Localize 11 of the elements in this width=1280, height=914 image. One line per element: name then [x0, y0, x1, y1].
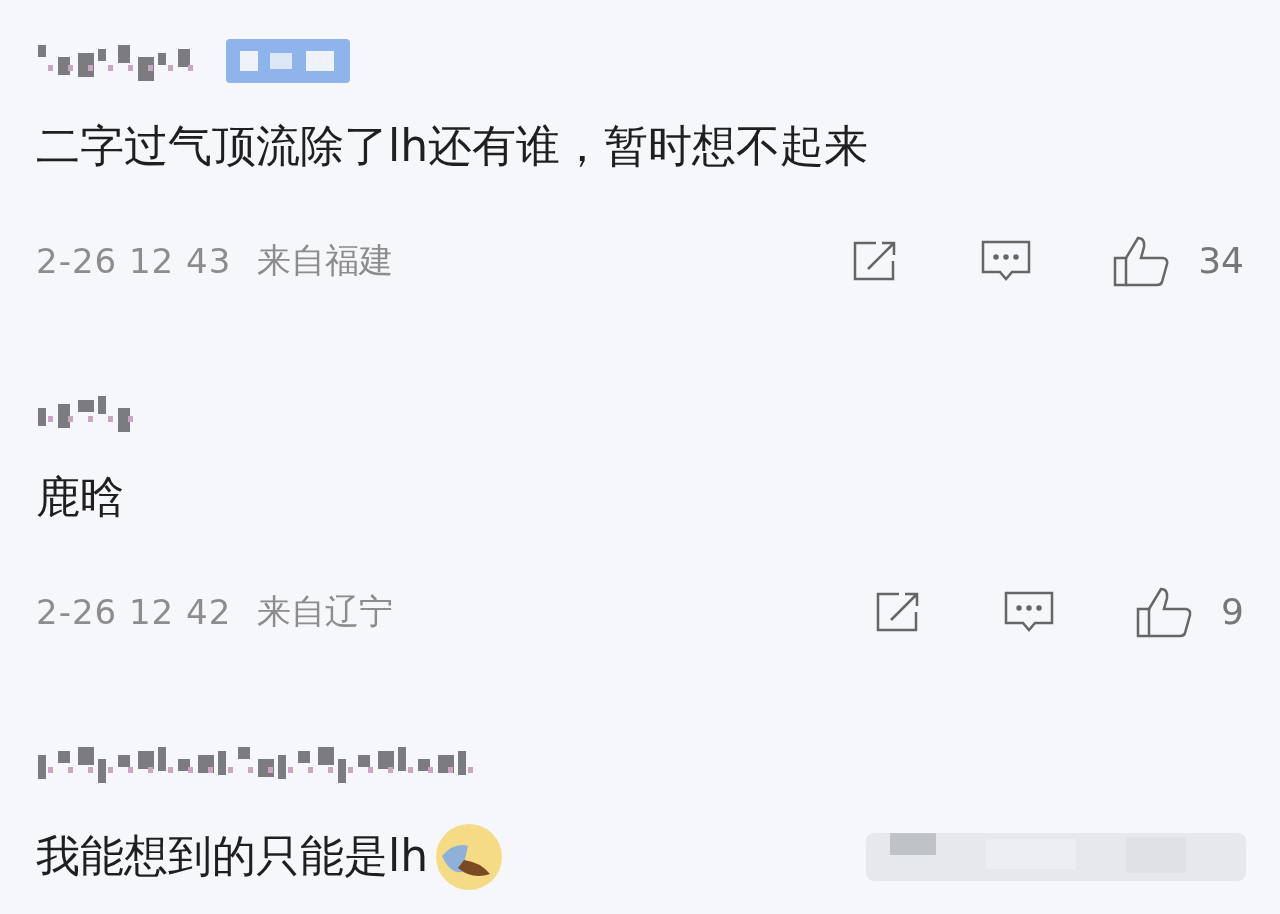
- comment-text: 二字过气顶流除了lh还有谁，暂时想不起来: [36, 120, 869, 173]
- comment-text: 鹿晗: [36, 470, 124, 524]
- comment-text: 我能想到的只能是lh: [36, 830, 429, 883]
- timestamp: 2-26 12 43: [36, 240, 232, 281]
- location-text: 来自福建: [257, 238, 394, 282]
- location-text: 来自辽宁: [257, 589, 394, 633]
- like-count: 9: [1221, 591, 1244, 633]
- comment-icon[interactable]: [980, 238, 1033, 283]
- comment-icon[interactable]: [1003, 589, 1056, 634]
- like-count: 34: [1198, 240, 1244, 282]
- timestamp: 2-26 12 42: [36, 591, 232, 632]
